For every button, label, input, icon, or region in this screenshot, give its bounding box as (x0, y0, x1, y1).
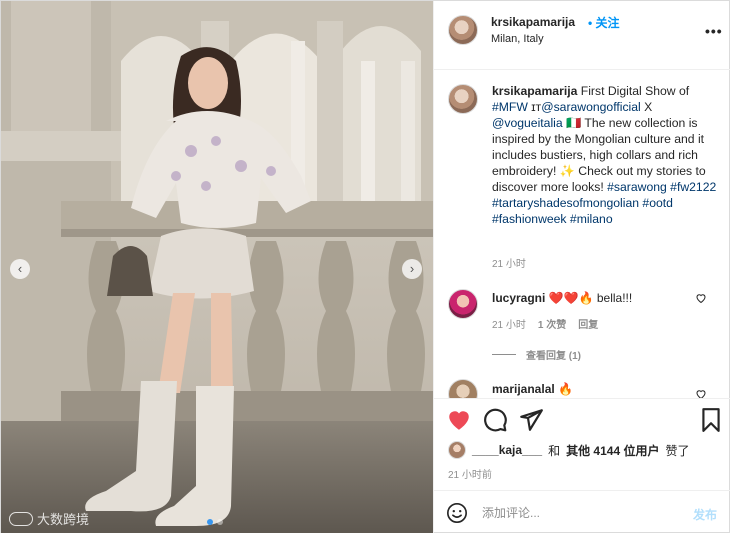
likes-others-count[interactable]: 其他 4144 位用户 (566, 442, 659, 459)
caption-text-1: First Digital Show of (577, 84, 690, 98)
author-username[interactable]: krsikapamarija (491, 15, 575, 29)
comment-timestamp: 21 小时 (492, 320, 526, 331)
share-paper-plane-icon[interactable] (518, 407, 544, 433)
hashtag-mfw[interactable]: #MFW (492, 100, 528, 114)
post-card: ‹ › 大数跨境 krsikapamarija • 关注 Milan, Ital… (0, 0, 730, 533)
hashtag-tartaryshadesofmongolian[interactable]: #tartaryshadesofmongolian (492, 196, 639, 210)
caption-author-avatar[interactable] (448, 84, 478, 114)
save-bookmark-icon[interactable] (698, 407, 724, 433)
watermark-logo-icon (9, 511, 33, 526)
commenter-avatar[interactable] (448, 379, 478, 398)
carousel-dot-active (207, 519, 213, 525)
likes-summary: ____kaja___ 和 其他 4144 位用户 赞了 (448, 439, 689, 461)
caption-glyph: ɪᴛ (531, 100, 542, 114)
comment-like-heart-icon[interactable] (695, 388, 707, 398)
post-timestamp[interactable]: 21 小时前 (448, 466, 492, 481)
carousel-dot (217, 519, 223, 525)
comment-1: lucyragni ❤️❤️🔥 bella!!! (492, 291, 632, 305)
comment-text: 🔥 (554, 382, 573, 396)
post-caption: krsikapamarija First Digital Show of #MF… (492, 84, 717, 226)
comment-username[interactable]: lucyragni (492, 291, 545, 305)
comment-meta: 21 小时 1 次赞 回复 (492, 316, 598, 331)
carousel-indicator (207, 519, 223, 525)
replies-divider-line (492, 354, 516, 355)
comment-2: marijanalal 🔥 (492, 382, 573, 396)
photo-illustration (1, 1, 433, 533)
hashtag-ootd[interactable]: #ootd (642, 196, 673, 210)
post-location[interactable]: Milan, Italy (491, 33, 544, 45)
add-comment-input[interactable] (482, 503, 682, 523)
likes-liked-text: 赞了 (665, 443, 690, 458)
hashtag-sarawong[interactable]: #sarawong (607, 180, 667, 194)
next-photo-button[interactable]: › (402, 259, 422, 279)
view-replies-label: 查看回复 (1) (526, 351, 581, 362)
post-photo[interactable]: ‹ › 大数跨境 (1, 1, 433, 533)
like-heart-icon[interactable] (446, 407, 472, 433)
caption-timestamp: 21 小时 (492, 259, 526, 270)
caption-username[interactable]: krsikapamarija (492, 84, 577, 98)
likes-and-text: 和 (548, 443, 561, 458)
emoji-smile-icon[interactable] (446, 502, 468, 524)
reply-button[interactable]: 回复 (578, 316, 598, 331)
commenter-avatar[interactable] (448, 289, 478, 319)
previous-photo-button[interactable]: ‹ (10, 259, 30, 279)
post-side-panel: krsikapamarija • 关注 Milan, Italy ••• krs… (433, 1, 730, 533)
watermark-text: 大数跨境 (37, 512, 90, 527)
comment-like-heart-icon[interactable] (695, 292, 707, 304)
mention-sarawongofficial[interactable]: @sarawongofficial (541, 100, 641, 114)
more-options-icon[interactable]: ••• (705, 23, 723, 39)
comments-section[interactable]: krsikapamarija First Digital Show of #MF… (434, 70, 730, 398)
comment-likes-count[interactable]: 1 次赞 (538, 316, 566, 331)
hashtag-milano[interactable]: #milano (570, 212, 613, 226)
follow-button[interactable]: • 关注 (588, 14, 620, 31)
watermark: 大数跨境 (9, 509, 89, 528)
hashtag-fw2122[interactable]: #fw2122 (670, 180, 716, 194)
comment-bubble-icon[interactable] (482, 407, 508, 433)
comment-username[interactable]: marijanalal (492, 382, 555, 396)
view-replies-button[interactable]: 查看回复 (1) (492, 347, 581, 362)
add-comment-bar: 发布 (434, 490, 730, 533)
author-avatar[interactable] (448, 15, 478, 45)
comment-text: ❤️❤️🔥 bella!!! (545, 291, 633, 305)
post-header: krsikapamarija • 关注 Milan, Italy ••• (434, 1, 730, 70)
follow-dot: • (588, 16, 593, 30)
post-actions-bar (434, 398, 730, 438)
liker-avatar[interactable] (448, 441, 466, 459)
mention-vogueitalia[interactable]: @vogueitalia (492, 116, 563, 130)
liker-username[interactable]: ____kaja___ (472, 443, 542, 457)
hashtag-fashionweek[interactable]: #fashionweek (492, 212, 567, 226)
follow-label: 关注 (595, 16, 620, 30)
post-comment-button[interactable]: 发布 (693, 506, 717, 523)
